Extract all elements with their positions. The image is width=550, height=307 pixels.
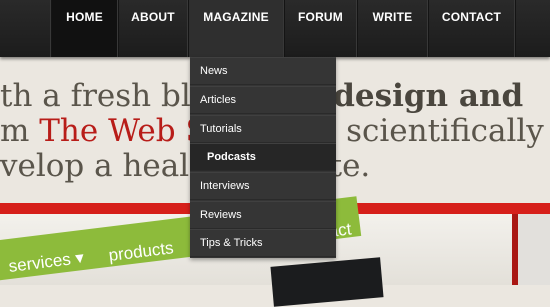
dropdown-label: News — [200, 65, 228, 77]
nav-spacer — [0, 0, 51, 57]
dropdown-item-tutorials[interactable]: Tutorials — [190, 115, 336, 143]
nav-item-write[interactable]: WRITE — [357, 0, 428, 57]
nav-label: CONTACT — [441, 10, 502, 24]
hero-text: m — [0, 113, 40, 149]
dropdown-item-news[interactable]: News — [190, 57, 336, 85]
hero-text-bold: design and — [333, 78, 524, 114]
nav-label: WRITE — [372, 10, 413, 24]
nav-item-contact[interactable]: CONTACT — [428, 0, 515, 57]
nav-label: FORUM — [298, 10, 343, 24]
dropdown-item-podcasts[interactable]: Podcasts — [190, 143, 336, 171]
nav-item-magazine[interactable]: MAGAZINE — [188, 0, 284, 57]
nav-item-forum[interactable]: FORUM — [284, 0, 357, 57]
nav-item-home[interactable]: HOME — [51, 0, 118, 57]
featured-frame — [512, 214, 550, 285]
featured-card — [270, 257, 384, 307]
dropdown-item-articles[interactable]: Articles — [190, 86, 336, 114]
dropdown-label: Tutorials — [200, 123, 242, 135]
dropdown-label: Articles — [200, 94, 237, 106]
dropdown-label: Reviews — [200, 209, 242, 221]
hero-text: scientifically — [346, 113, 544, 149]
magazine-dropdown: News Articles Tutorials Podcasts Intervi… — [190, 57, 336, 258]
dropdown-item-interviews[interactable]: Interviews — [190, 172, 336, 200]
dropdown-label: Interviews — [200, 180, 250, 192]
dropdown-label: Podcasts — [207, 151, 256, 163]
dropdown-item-reviews[interactable]: Reviews — [190, 201, 336, 229]
dropdown-label: Tips & Tricks — [200, 237, 263, 249]
nav-label: MAGAZINE — [203, 10, 269, 24]
nav-label: HOME — [66, 10, 103, 24]
nav-item-about[interactable]: ABOUT — [118, 0, 188, 57]
main-nav: HOME ABOUT MAGAZINE FORUM WRITE CONTACT — [0, 0, 550, 57]
hero-text: th a fresh bla — [0, 78, 210, 114]
hero-text: velop a health — [0, 148, 222, 184]
nav-spacer — [515, 0, 550, 57]
nav-label: ABOUT — [131, 10, 175, 24]
dropdown-item-tips-tricks[interactable]: Tips & Tricks — [190, 229, 336, 257]
